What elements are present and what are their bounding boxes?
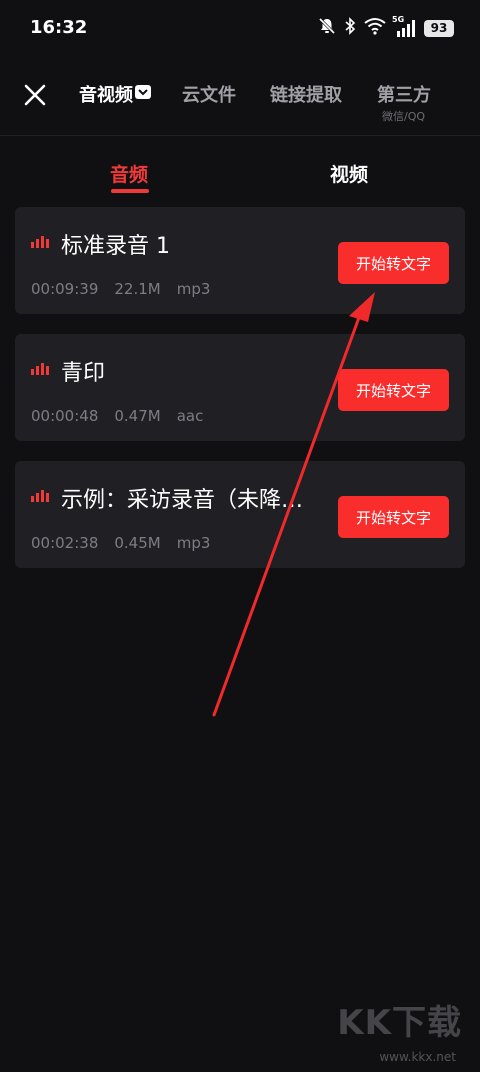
tab-audio-video[interactable]: 音视频 — [79, 81, 151, 107]
watermark-url: www.kkx.net — [379, 1050, 456, 1064]
start-transcribe-button[interactable]: 开始转文字 — [338, 242, 449, 284]
status-time: 16:32 — [30, 17, 88, 38]
file-format: aac — [176, 407, 204, 425]
close-button[interactable] — [22, 82, 48, 108]
tab-video[interactable]: 视频 — [330, 160, 368, 187]
tab-link-extract[interactable]: 链接提取 — [270, 81, 342, 107]
audio-file-card[interactable]: 标准录音 1 00:09:39 22.1M mp3 开始转文字 — [15, 207, 465, 314]
audio-bars-icon — [31, 236, 49, 248]
tab-audio[interactable]: 音频 — [110, 160, 148, 187]
signal-5g-icon: 5G — [392, 15, 416, 38]
wifi-icon — [364, 17, 386, 39]
mute-bell-icon — [318, 17, 336, 39]
file-title: 标准录音 1 — [61, 234, 170, 259]
file-duration: 00:02:38 — [31, 534, 99, 552]
file-title: 青印 — [61, 361, 106, 386]
start-transcribe-button[interactable]: 开始转文字 — [338, 369, 449, 411]
audio-file-card[interactable]: 青印 00:00:48 0.47M aac 开始转文字 — [15, 334, 465, 441]
top-navigation: 音视频 云文件 链接提取 第三方 微信/QQ — [0, 56, 480, 136]
file-format: mp3 — [176, 534, 211, 552]
file-duration: 00:09:39 — [31, 280, 99, 298]
battery-icon: 93 — [424, 19, 454, 37]
media-type-tabs: 音频 视频 — [0, 146, 480, 196]
tab-audio-video-label: 音视频 — [79, 85, 133, 106]
tab-third-party[interactable]: 第三方 — [377, 81, 431, 107]
file-size: 0.47M — [114, 407, 161, 425]
status-bar: 16:32 5G 93 — [0, 0, 480, 56]
file-format: mp3 — [176, 280, 211, 298]
start-transcribe-button[interactable]: 开始转文字 — [338, 496, 449, 538]
file-size: 22.1M — [114, 280, 161, 298]
audio-file-card[interactable]: 示例：采访录音（未降… 00:02:38 0.45M mp3 开始转文字 — [15, 461, 465, 568]
tab-cloud-files[interactable]: 云文件 — [182, 81, 236, 107]
active-tab-indicator — [111, 189, 149, 193]
chevron-down-icon[interactable] — [135, 85, 151, 99]
close-icon — [24, 84, 46, 106]
file-meta: 00:09:39 22.1M mp3 — [31, 280, 210, 298]
file-size: 0.45M — [114, 534, 161, 552]
file-meta: 00:02:38 0.45M mp3 — [31, 534, 210, 552]
watermark-logo: KK下载 — [337, 1003, 462, 1043]
network-label: 5G — [392, 15, 405, 24]
file-meta: 00:00:48 0.47M aac — [31, 407, 203, 425]
file-title: 示例：采访录音（未降… — [61, 488, 304, 513]
file-duration: 00:00:48 — [31, 407, 99, 425]
tab-third-party-sub: 微信/QQ — [382, 110, 426, 123]
status-icons: 5G 93 — [318, 15, 454, 40]
audio-bars-icon — [31, 363, 49, 375]
audio-bars-icon — [31, 490, 49, 502]
bluetooth-icon — [344, 17, 356, 39]
